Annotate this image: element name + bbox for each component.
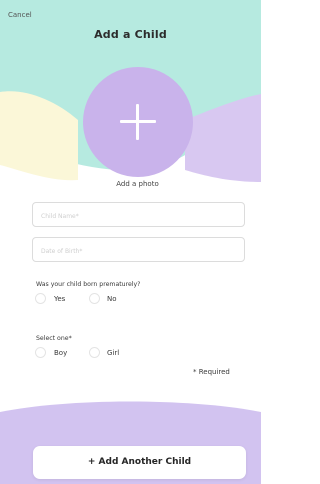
- gender-boy-radio[interactable]: [35, 347, 46, 358]
- gender-question-label: Select one*: [36, 335, 72, 342]
- add-photo-label: Add a photo: [116, 180, 159, 188]
- plus-icon-vertical: [136, 104, 139, 140]
- premature-no-radio[interactable]: [89, 293, 100, 304]
- premature-yes-radio[interactable]: [35, 293, 46, 304]
- premature-no-label: No: [107, 295, 117, 303]
- add-child-screen: Cancel Add a Child Add a photo Was your …: [0, 0, 261, 484]
- date-of-birth-input[interactable]: [33, 240, 244, 263]
- required-note: * Required: [193, 368, 230, 376]
- premature-yes-label: Yes: [54, 295, 66, 303]
- gender-girl-radio[interactable]: [89, 347, 100, 358]
- add-photo-button[interactable]: [83, 67, 193, 177]
- child-name-input[interactable]: [33, 205, 244, 228]
- gender-girl-label: Girl: [107, 349, 120, 357]
- add-another-child-button[interactable]: + Add Another Child: [33, 446, 246, 479]
- cancel-button[interactable]: Cancel: [8, 11, 32, 19]
- child-name-field[interactable]: [32, 202, 245, 228]
- date-of-birth-field[interactable]: [32, 237, 245, 263]
- page-title: Add a Child: [94, 28, 167, 41]
- premature-question-label: Was your child born prematurely?: [36, 281, 141, 288]
- gender-boy-label: Boy: [54, 349, 68, 357]
